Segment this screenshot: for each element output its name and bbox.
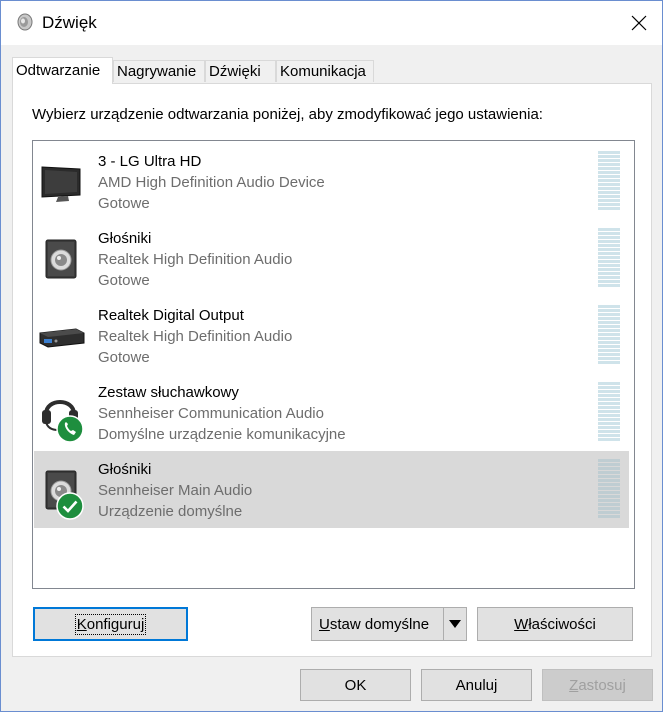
device-row[interactable]: Zestaw słuchawkowy Sennheiser Communicat… — [34, 374, 629, 451]
sound-dialog: Dźwięk Odtwarzanie Nagrywanie Dźwięki Ko… — [0, 0, 663, 712]
properties-button[interactable]: Właściwości — [477, 607, 633, 641]
chevron-down-icon — [449, 620, 461, 628]
speaker-app-icon — [16, 13, 34, 31]
properties-button-label: Właściwości — [514, 615, 596, 633]
tab-communications[interactable]: Komunikacja — [276, 60, 374, 82]
digital-output-icon — [38, 311, 86, 359]
volume-meter — [598, 382, 620, 442]
device-status: Gotowe — [98, 195, 150, 212]
cancel-button[interactable]: Anuluj — [421, 669, 532, 701]
close-button[interactable] — [616, 1, 662, 45]
tab-recording[interactable]: Nagrywanie — [113, 60, 205, 82]
instruction-text: Wybierz urządzenie odtwarzania poniżej, … — [32, 106, 543, 123]
set-default-dropdown[interactable] — [443, 608, 466, 640]
volume-meter — [598, 151, 620, 211]
close-icon — [631, 15, 647, 31]
device-row[interactable]: Realtek Digital Output Realtek High Defi… — [34, 297, 629, 374]
volume-meter — [598, 459, 620, 519]
device-status: Domyślne urządzenie komunikacyjne — [98, 426, 346, 443]
checkmark-badge-icon — [56, 492, 84, 520]
device-row[interactable]: Głośniki Realtek High Definition Audio G… — [34, 220, 629, 297]
window-title: Dźwięk — [42, 13, 97, 32]
apply-button[interactable]: Zastosuj — [542, 669, 653, 701]
tab-playback[interactable]: Odtwarzanie — [12, 57, 113, 84]
device-row-selected[interactable]: Głośniki Sennheiser Main Audio Urządzeni… — [34, 451, 629, 528]
set-default-button[interactable]: Ustaw domyślne — [311, 607, 467, 641]
device-description: AMD High Definition Audio Device — [98, 174, 325, 191]
device-list[interactable]: 3 - LG Ultra HD AMD High Definition Audi… — [32, 140, 635, 589]
device-description: Sennheiser Communication Audio — [98, 405, 324, 422]
volume-meter — [598, 305, 620, 365]
device-name: 3 - LG Ultra HD — [98, 153, 202, 170]
ok-button[interactable]: OK — [300, 669, 411, 701]
device-description: Realtek High Definition Audio — [98, 251, 293, 268]
set-default-button-label: Ustaw domyślne — [319, 615, 430, 633]
device-name: Realtek Digital Output — [98, 307, 244, 324]
device-status: Urządzenie domyślne — [98, 503, 243, 520]
dialog-body: Odtwarzanie Nagrywanie Dźwięki Komunikac… — [1, 45, 662, 711]
volume-meter — [598, 228, 620, 288]
tab-panel-playback: Wybierz urządzenie odtwarzania poniżej, … — [12, 83, 652, 657]
speaker-icon — [38, 234, 86, 282]
monitor-icon — [38, 157, 86, 205]
device-description: Realtek High Definition Audio — [98, 328, 293, 345]
device-name: Zestaw słuchawkowy — [98, 384, 239, 401]
apply-button-label: Zastosuj — [569, 676, 626, 694]
configure-button-label: Konfiguruj — [74, 613, 147, 635]
title-bar: Dźwięk — [1, 1, 662, 45]
device-status: Gotowe — [98, 349, 150, 366]
device-name: Głośniki — [98, 461, 152, 478]
tab-sounds[interactable]: Dźwięki — [205, 60, 276, 82]
device-name: Głośniki — [98, 230, 152, 247]
configure-button[interactable]: Konfiguruj — [33, 607, 188, 641]
device-description: Sennheiser Main Audio — [98, 482, 253, 499]
device-status: Gotowe — [98, 272, 150, 289]
phone-badge-icon — [56, 415, 84, 443]
device-row[interactable]: 3 - LG Ultra HD AMD High Definition Audi… — [34, 143, 629, 220]
